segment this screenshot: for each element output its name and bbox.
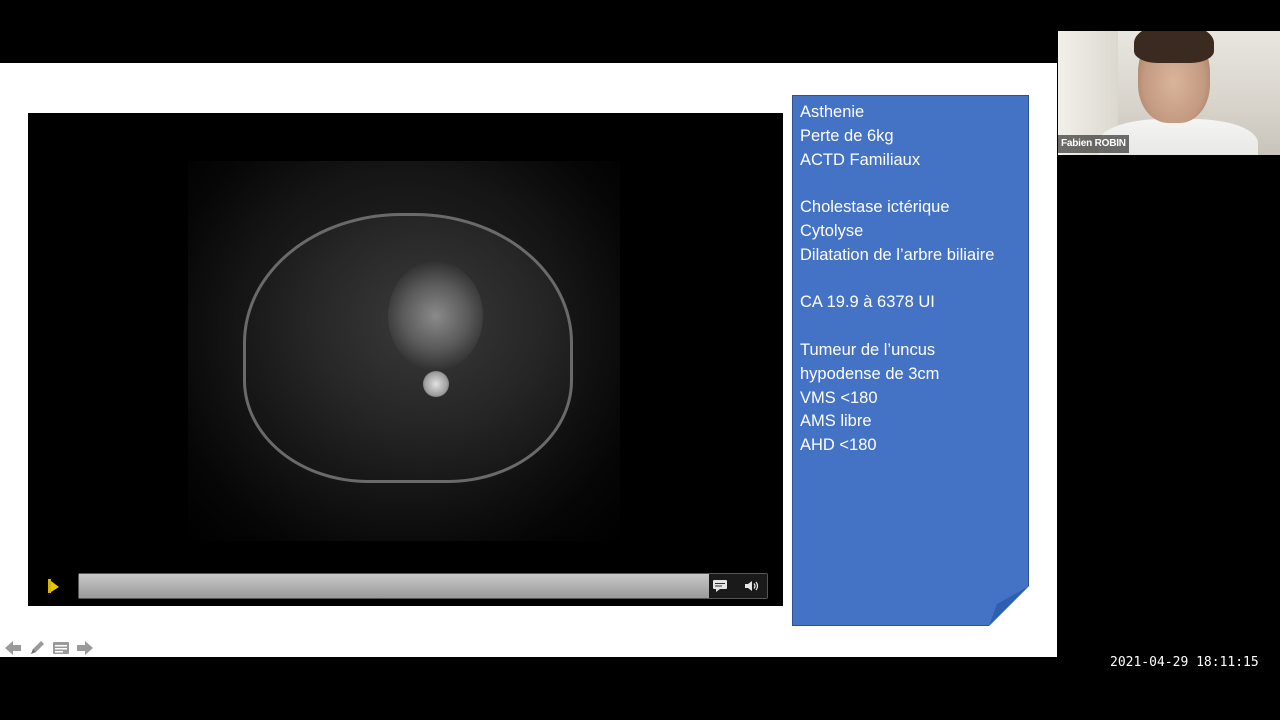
info-line: Asthenie [800, 103, 865, 121]
info-line: ACTD Familiaux [800, 150, 921, 169]
menu-icon [53, 642, 69, 654]
captions-icon [713, 580, 727, 592]
pen-tool-button[interactable] [26, 638, 48, 658]
progress-bar[interactable] [78, 573, 768, 599]
bright-vessel [423, 371, 449, 397]
volume-icon [745, 581, 759, 591]
play-icon [48, 579, 59, 593]
slide-menu-button[interactable] [50, 638, 72, 658]
page-fold-corner [989, 586, 1029, 626]
player-right-controls [709, 574, 767, 598]
arrow-right-icon [77, 641, 93, 655]
clinical-info-panel: Asthenie Perte de 6kg ACTD Familiaux Cho… [792, 95, 1029, 626]
next-slide-button[interactable] [74, 638, 96, 658]
pancreas-region [388, 261, 483, 371]
info-line: VMS <180 [800, 388, 878, 407]
progress-track[interactable] [79, 574, 709, 598]
info-line: AMS libre [800, 412, 872, 431]
presentation-slide: Asthenie Perte de 6kg ACTD Familiaux Cho… [0, 63, 1057, 657]
info-line: Perte de 6kg [800, 126, 894, 145]
volume-button[interactable] [741, 575, 763, 597]
info-line: Cytolyse [800, 221, 864, 240]
previous-slide-button[interactable] [2, 638, 24, 658]
mri-scan-image [188, 161, 620, 541]
video-controls [42, 571, 768, 601]
participant-hair [1134, 31, 1214, 63]
recording-timestamp: 2021-04-29 18:11:15 [1110, 655, 1259, 670]
play-button[interactable] [42, 574, 66, 598]
slide-navigation [2, 638, 96, 658]
info-line: CA 19.9 à 6378 UI [800, 293, 935, 312]
info-line: Cholestase ictérique [800, 198, 950, 217]
video-player[interactable] [28, 113, 783, 606]
pen-icon [31, 641, 44, 654]
participant-video-tile[interactable]: Fabien ROBIN [1058, 31, 1280, 155]
arrow-left-icon [5, 641, 21, 655]
info-line: Tumeur de l’uncus [800, 340, 936, 359]
info-line: AHD <180 [800, 436, 877, 455]
info-line: Dilatation de l’arbre biliaire [800, 245, 995, 264]
info-line: hypodense de 3cm [800, 364, 940, 383]
captions-button[interactable] [709, 575, 731, 597]
participant-name-label: Fabien ROBIN [1058, 135, 1129, 153]
